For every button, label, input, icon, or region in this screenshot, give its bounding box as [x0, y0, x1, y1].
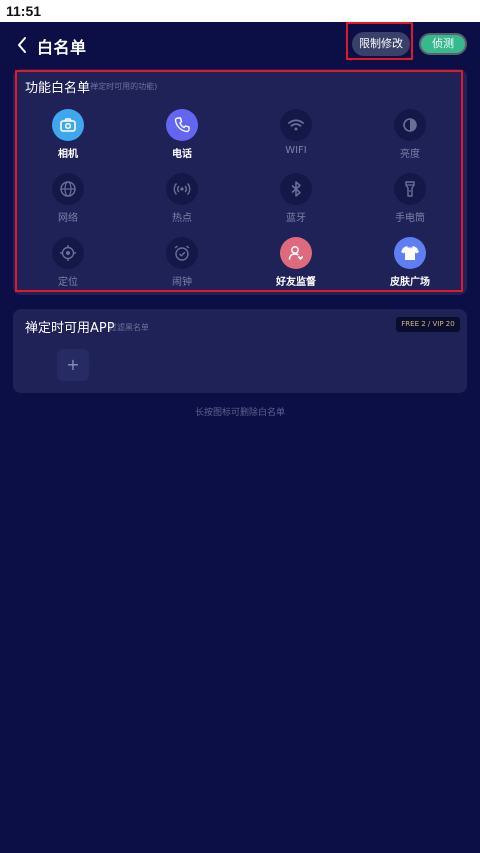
function-whitelist-title: 功能白名单: [25, 81, 91, 96]
func-item-location[interactable]: 定位: [28, 237, 108, 295]
page-title: 白名单: [37, 40, 87, 57]
wifi-icon: [280, 109, 312, 141]
plan-badge: FREE 2 / VIP 20: [396, 317, 460, 332]
func-item-network[interactable]: 网络: [28, 173, 108, 231]
brightness-icon: [394, 109, 426, 141]
func-item-bluetooth[interactable]: 蓝牙: [256, 173, 336, 231]
func-item-camera[interactable]: 相机: [28, 109, 108, 167]
flashlight-icon: [394, 173, 426, 205]
func-item-phone[interactable]: 电话: [142, 109, 222, 167]
status-bar: 11:51: [0, 0, 480, 22]
location-icon: [52, 237, 84, 269]
func-item-label: 好友监督: [276, 277, 316, 288]
detect-toggle[interactable]: 侦测: [419, 33, 467, 55]
func-item-hotspot[interactable]: 热点: [142, 173, 222, 231]
func-item-label: 定位: [58, 277, 78, 288]
header: 白名单 限制修改 侦测: [0, 22, 480, 68]
func-item-wifi[interactable]: WIFI: [256, 109, 336, 167]
back-button[interactable]: [10, 32, 34, 58]
func-item-alarm[interactable]: 闹钟: [142, 237, 222, 295]
chevron-left-icon: [18, 37, 26, 53]
func-item-skin-plaza[interactable]: 皮肤广场: [370, 237, 450, 295]
func-item-label: 亮度: [400, 149, 420, 160]
hint-text: 长按图标可删除白名单: [194, 408, 285, 418]
function-whitelist-subtitle: (禅定时可用的功能): [87, 82, 158, 91]
func-item-label: 热点: [172, 213, 192, 224]
func-item-flashlight[interactable]: 手电筒: [370, 173, 450, 231]
func-item-label: 电话: [172, 149, 192, 160]
phone-icon: [166, 109, 198, 141]
func-item-label: 相机: [58, 149, 78, 160]
limit-edit-button[interactable]: 限制修改: [352, 32, 410, 56]
func-item-label: 闹钟: [172, 277, 192, 288]
func-item-label: 蓝牙: [286, 213, 306, 224]
func-item-label: 手电筒: [395, 213, 425, 224]
bluetooth-icon: [280, 173, 312, 205]
func-item-label: 皮肤广场: [390, 277, 430, 288]
function-whitelist-card: 功能白名单 (禅定时可用的功能) 相机 电话 WIFI 亮度 网络 热点 蓝牙 …: [13, 69, 467, 295]
func-item-friend-supervise[interactable]: 好友监督: [256, 237, 336, 295]
friend-supervise-icon: [280, 237, 312, 269]
skin-shirt-icon: [394, 237, 426, 269]
alarm-icon: [166, 237, 198, 269]
app-whitelist-subtitle: 过滤黑名单: [109, 323, 149, 332]
app-whitelist-title: 禅定时可用APP: [25, 321, 115, 336]
func-item-label: 网络: [58, 213, 78, 224]
add-app-button[interactable]: +: [57, 349, 89, 381]
camera-icon: [52, 109, 84, 141]
app-whitelist-card: 禅定时可用APP 过滤黑名单 FREE 2 / VIP 20 +: [13, 309, 467, 393]
status-time: 11:51: [6, 3, 42, 19]
func-item-label: WIFI: [285, 145, 307, 156]
globe-icon: [52, 173, 84, 205]
hotspot-icon: [166, 173, 198, 205]
func-item-brightness[interactable]: 亮度: [370, 109, 450, 167]
